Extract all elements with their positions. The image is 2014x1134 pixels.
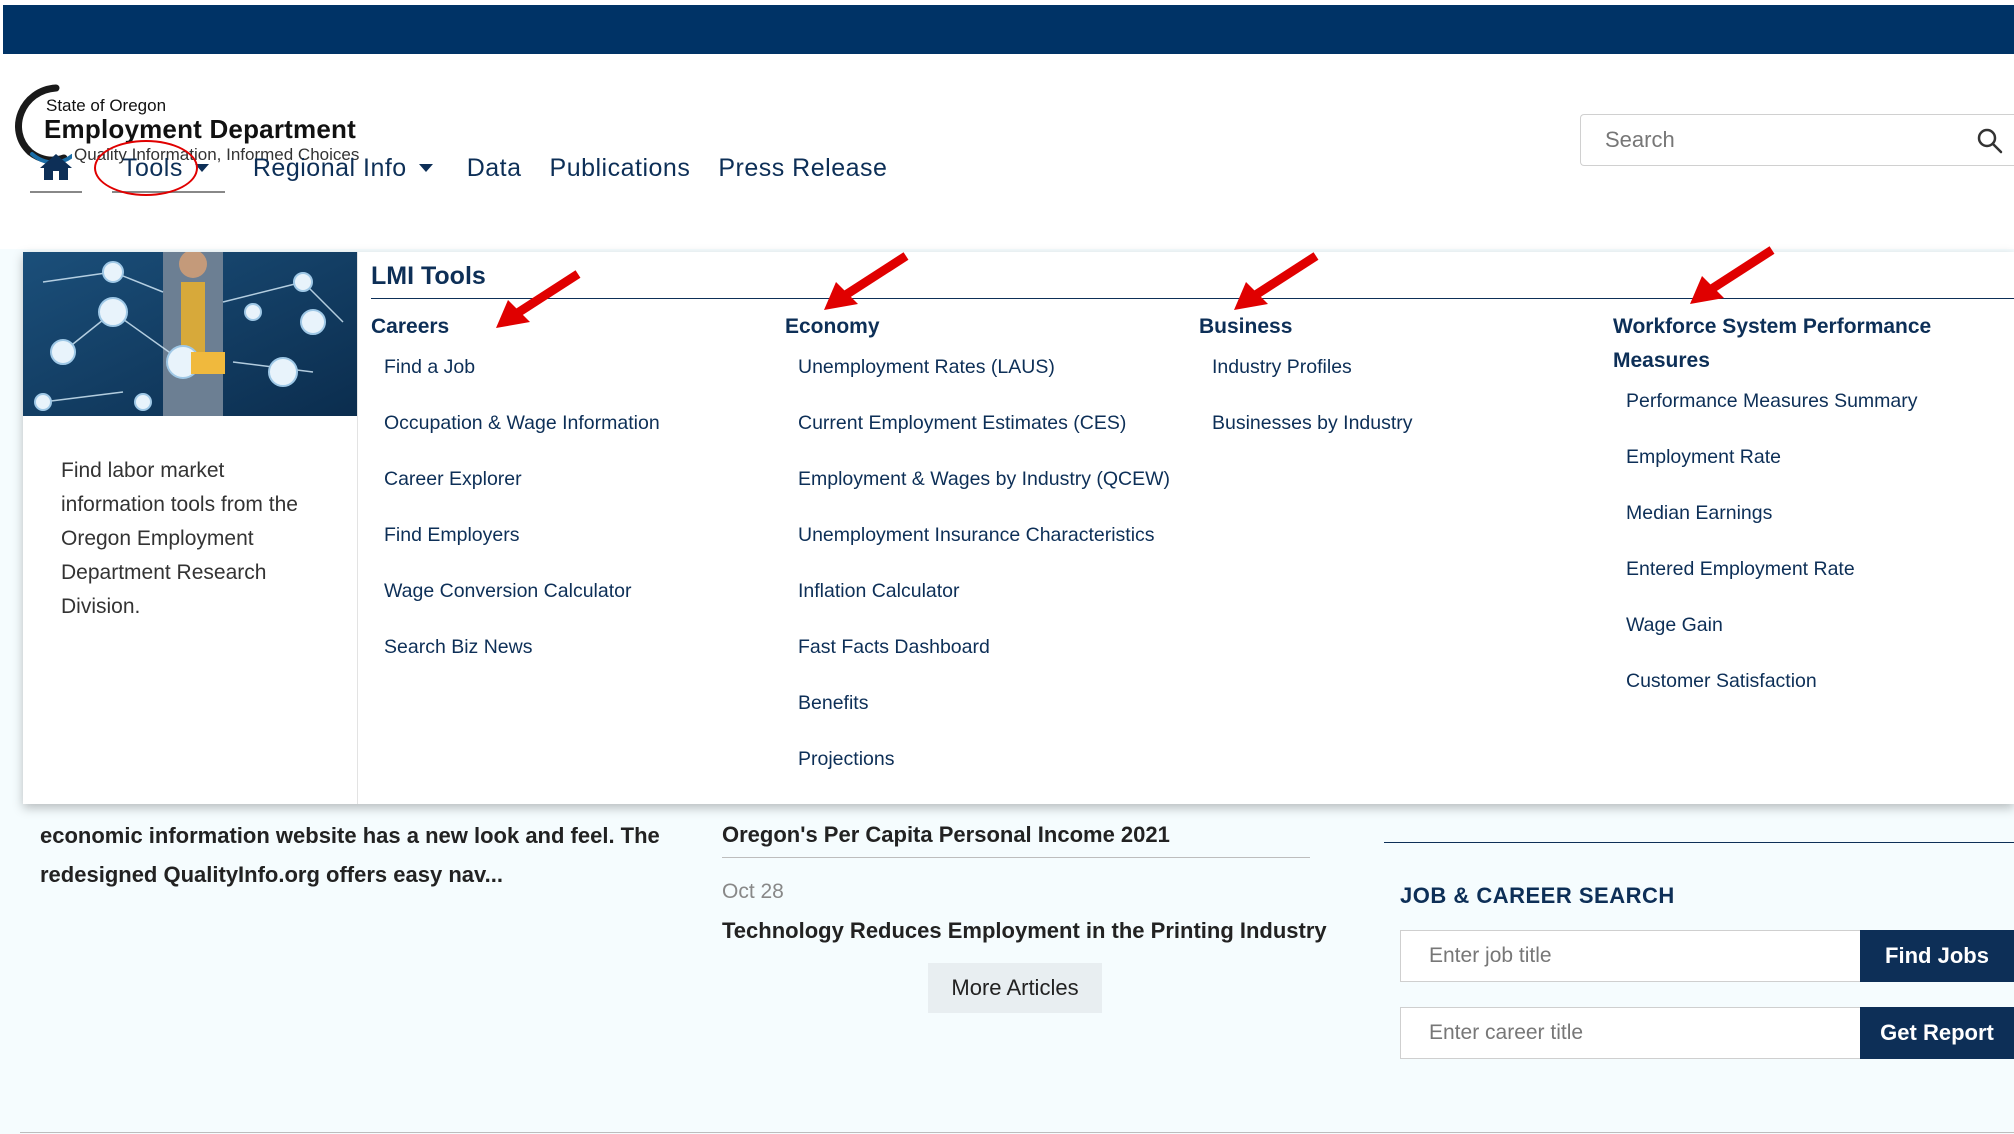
- search-box: [1580, 114, 2014, 166]
- logo-state-text: State of Oregon: [46, 96, 167, 115]
- network-businessman-image: [23, 252, 357, 416]
- menu-column-workforce: Workforce System Performance Measures Pe…: [1613, 310, 1973, 722]
- more-articles-button[interactable]: More Articles: [928, 963, 1102, 1013]
- menu-link[interactable]: Projections: [798, 744, 1185, 800]
- nav-home-link[interactable]: [30, 143, 82, 193]
- news-divider: [722, 857, 1310, 858]
- nav-data-label: Data: [466, 153, 522, 182]
- nav-publications-label: Publications: [549, 153, 691, 182]
- search-input[interactable]: [1605, 125, 1945, 155]
- nav-press-label: Press Release: [718, 153, 888, 182]
- menu-link[interactable]: Employment & Wages by Industry (QCEW): [798, 464, 1185, 520]
- menu-link[interactable]: Wage Gain: [1626, 610, 1973, 666]
- job-search-heading: JOB & CAREER SEARCH: [1400, 883, 1675, 908]
- menu-link[interactable]: Current Employment Estimates (CES): [798, 408, 1185, 464]
- annotation-arrow-icon: [1690, 246, 1775, 304]
- menu-link[interactable]: Unemployment Insurance Characteristics: [798, 520, 1185, 576]
- magnifier-icon[interactable]: [1976, 127, 2004, 155]
- top-banner-bar: [3, 5, 2014, 54]
- column-heading: Business: [1199, 315, 1293, 338]
- menu-link[interactable]: Entered Employment Rate: [1626, 554, 1973, 610]
- get-report-button[interactable]: Get Report: [1860, 1007, 2014, 1059]
- find-jobs-button[interactable]: Find Jobs: [1860, 930, 2014, 982]
- nav-item-press-release[interactable]: Press Release: [718, 154, 887, 183]
- menu-link[interactable]: Find Employers: [384, 520, 771, 576]
- job-title-input[interactable]: [1400, 930, 1860, 982]
- menu-link[interactable]: Fast Facts Dashboard: [798, 632, 1185, 688]
- nav-regional-label: Regional Info: [252, 153, 407, 182]
- menu-link[interactable]: Customer Satisfaction: [1626, 666, 1973, 722]
- career-search-row: Get Report: [1400, 1007, 2014, 1059]
- mega-menu-divider: [357, 252, 358, 804]
- news-item-date: Oct 28: [722, 880, 784, 903]
- menu-column-business: Business Industry Profiles Businesses by…: [1199, 310, 1599, 464]
- annotation-arrow-icon: [496, 270, 581, 328]
- news-item-title[interactable]: Technology Reduces Employment in the Pri…: [722, 918, 1327, 944]
- mega-menu-title: LMI Tools: [371, 262, 486, 290]
- nav-item-publications[interactable]: Publications: [550, 154, 691, 183]
- article-excerpt[interactable]: economic information website has a new l…: [40, 816, 680, 894]
- chevron-down-icon: [418, 164, 433, 172]
- menu-link[interactable]: Occupation & Wage Information: [384, 408, 771, 464]
- menu-link[interactable]: Career Explorer: [384, 464, 771, 520]
- menu-link[interactable]: Industry Profiles: [1212, 352, 1599, 408]
- menu-link[interactable]: Unemployment Rates (LAUS): [798, 352, 1185, 408]
- menu-link[interactable]: Employment Rate: [1626, 442, 1973, 498]
- news-item-title[interactable]: Oregon's Per Capita Personal Income 2021: [722, 822, 1170, 848]
- menu-link[interactable]: Wage Conversion Calculator: [384, 576, 771, 632]
- menu-link[interactable]: Benefits: [798, 688, 1185, 744]
- column-heading: Workforce System Performance Measures: [1613, 315, 1932, 372]
- menu-link[interactable]: Find a Job: [384, 352, 771, 408]
- career-title-input[interactable]: [1400, 1007, 1860, 1059]
- column-heading: Economy: [785, 315, 880, 338]
- nav-item-regional-info[interactable]: Regional Info: [253, 154, 433, 183]
- menu-link[interactable]: Search Biz News: [384, 632, 771, 688]
- mega-menu-description: Find labor market information tools from…: [61, 459, 298, 618]
- job-search-row: Find Jobs: [1400, 930, 2014, 982]
- menu-link[interactable]: Performance Measures Summary: [1626, 386, 1973, 442]
- menu-link[interactable]: Inflation Calculator: [798, 576, 1185, 632]
- section-divider: [1384, 842, 2014, 843]
- menu-column-economy: Economy Unemployment Rates (LAUS) Curren…: [785, 310, 1185, 800]
- menu-column-careers: Careers Find a Job Occupation & Wage Inf…: [371, 310, 771, 688]
- annotation-arrow-icon: [1234, 252, 1319, 310]
- footer-divider: [20, 1132, 2014, 1133]
- menu-link[interactable]: Businesses by Industry: [1212, 408, 1599, 464]
- annotation-circle: [94, 140, 198, 196]
- annotation-arrow-icon: [824, 252, 909, 310]
- tools-mega-menu: Find labor market information tools from…: [23, 252, 2014, 804]
- home-icon: [40, 154, 72, 180]
- menu-link[interactable]: Median Earnings: [1626, 498, 1973, 554]
- nav-item-data[interactable]: Data: [467, 154, 522, 183]
